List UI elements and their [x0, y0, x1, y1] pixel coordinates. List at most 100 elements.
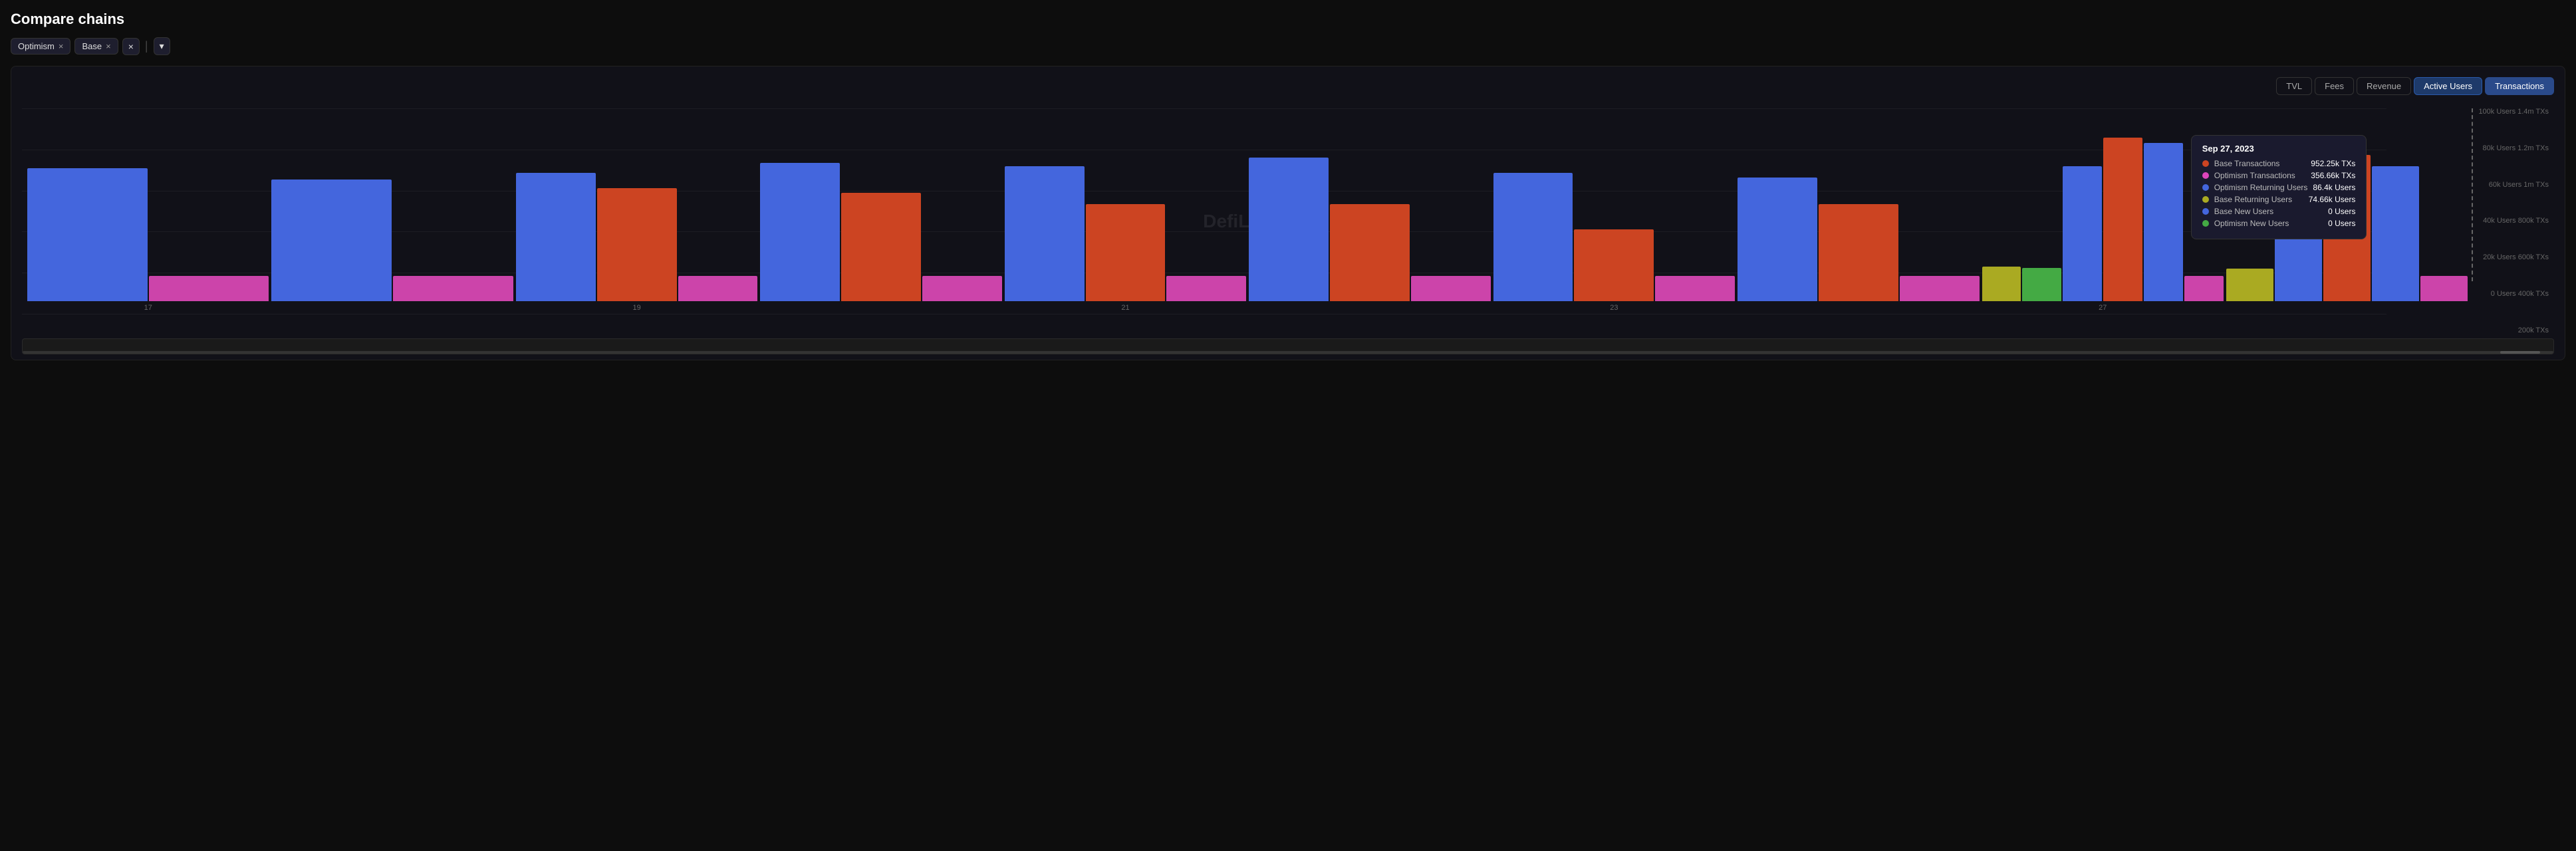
tab-tvl[interactable]: TVL — [2276, 77, 2312, 95]
bar-orange[interactable] — [1086, 204, 1166, 301]
bar-group-17b — [271, 180, 513, 301]
x-label-19: 19 — [516, 304, 757, 312]
bars-area — [22, 108, 2473, 301]
tooltip-label-0: Base Transactions — [2214, 159, 2306, 168]
tab-transactions[interactable]: Transactions — [2485, 77, 2554, 95]
bar-pink[interactable] — [2184, 276, 2224, 301]
y-label-0: 100k Users 1.4m TXs — [2478, 108, 2549, 116]
bar-blue[interactable] — [1738, 178, 1817, 301]
remove-base-btn[interactable]: × — [106, 42, 111, 51]
bar-pink[interactable] — [1166, 276, 1246, 301]
bar-blue[interactable] — [1005, 166, 1085, 301]
y-label-4: 20k Users 600k TXs — [2483, 254, 2549, 261]
tooltip-dot-5 — [2202, 220, 2209, 227]
bar-yellow[interactable] — [2226, 269, 2273, 301]
tooltip-value-0: 952.25k TXs — [2311, 159, 2355, 168]
bar-group-19b — [760, 163, 1001, 301]
tab-revenue[interactable]: Revenue — [2357, 77, 2411, 95]
tooltip-dot-4 — [2202, 208, 2209, 215]
chart-inner: DefiLlama — [22, 108, 2473, 334]
y-label-2: 60k Users 1m TXs — [2489, 182, 2549, 189]
x-labels: 17 19 21 23 27 — [22, 301, 2473, 312]
bar-blue[interactable] — [27, 168, 148, 301]
chart-container: TVL Fees Revenue Active Users Transactio… — [11, 66, 2565, 360]
tab-active-users[interactable]: Active Users — [2414, 77, 2482, 95]
page-title: Compare chains — [11, 11, 2565, 28]
tooltip-row-5: Optimism New Users 0 Users — [2202, 219, 2356, 228]
chain-label-base: Base — [82, 41, 102, 51]
dashed-line — [2472, 108, 2473, 281]
tooltip-label-4: Base New Users — [2214, 207, 2323, 216]
bar-group-23 — [1493, 173, 1735, 301]
tooltip-value-4: 0 Users — [2328, 207, 2355, 216]
bar-blue[interactable] — [760, 163, 840, 301]
filter-divider: | — [145, 39, 148, 53]
scrollbar-track — [23, 351, 2553, 354]
bar-orange[interactable] — [1574, 229, 1654, 301]
bar-blue[interactable] — [2063, 166, 2102, 301]
chart-area: DefiLlama — [22, 108, 2554, 334]
bar-pink[interactable] — [393, 276, 513, 301]
bar-orange[interactable] — [1330, 204, 1410, 301]
metric-tabs: TVL Fees Revenue Active Users Transactio… — [22, 77, 2554, 95]
bar-group-17 — [27, 168, 269, 301]
bar-blue2[interactable] — [2144, 143, 2183, 301]
tooltip-dot-0 — [2202, 160, 2209, 167]
bar-pink[interactable] — [2420, 276, 2468, 301]
tooltip-label-1: Optimism Transactions — [2214, 171, 2306, 180]
bar-pink[interactable] — [1900, 276, 1980, 301]
remove-optimism-btn[interactable]: × — [59, 42, 64, 51]
x-label-23: 23 — [1493, 304, 1735, 312]
bar-group-27 — [1982, 138, 2224, 301]
bar-blue[interactable] — [516, 173, 596, 301]
scrollbar-thumb[interactable] — [2500, 351, 2540, 354]
bar-green[interactable] — [2022, 268, 2061, 301]
tooltip-label-2: Optimism Returning Users — [2214, 183, 2308, 192]
bar-blue[interactable] — [1493, 173, 1573, 301]
bar-group-19 — [516, 173, 757, 301]
bar-blue2[interactable] — [2372, 166, 2419, 301]
tooltip-value-3: 74.66k Users — [2309, 195, 2356, 204]
tooltip-date: Sep 27, 2023 — [2202, 144, 2356, 154]
clear-all-btn[interactable]: × — [122, 38, 140, 55]
bar-pink[interactable] — [1411, 276, 1491, 301]
chain-tag-base[interactable]: Base × — [74, 38, 118, 55]
x-label-27: 27 — [1982, 304, 2224, 312]
tooltip-row-0: Base Transactions 952.25k TXs — [2202, 159, 2356, 168]
tooltip-value-5: 0 Users — [2328, 219, 2355, 228]
bar-pink[interactable] — [678, 276, 758, 301]
scrollbar-area[interactable] — [22, 338, 2554, 354]
x-label-21: 21 — [1005, 304, 1246, 312]
bar-pink[interactable] — [922, 276, 1002, 301]
tab-fees[interactable]: Fees — [2315, 77, 2354, 95]
bar-yellow[interactable] — [1982, 267, 2021, 301]
bar-orange[interactable] — [2103, 138, 2142, 301]
tooltip-value-1: 356.66k TXs — [2311, 171, 2355, 180]
bar-pink[interactable] — [149, 276, 269, 301]
tooltip-label-3: Base Returning Users — [2214, 195, 2303, 204]
tooltip-dot-1 — [2202, 172, 2209, 179]
tooltip-row-2: Optimism Returning Users 86.4k Users — [2202, 183, 2356, 192]
bar-pink[interactable] — [1655, 276, 1735, 301]
chain-tag-optimism[interactable]: Optimism × — [11, 38, 70, 55]
x-label-17: 17 — [27, 304, 269, 312]
chart-tooltip: Sep 27, 2023 Base Transactions 952.25k T… — [2191, 135, 2367, 239]
tooltip-dot-3 — [2202, 196, 2209, 203]
bar-orange[interactable] — [841, 193, 921, 301]
y-label-3: 40k Users 800k TXs — [2483, 217, 2549, 225]
y-label-1: 80k Users 1.2m TXs — [2483, 145, 2549, 152]
bar-blue[interactable] — [1249, 158, 1329, 301]
y-label-6: 200k TXs — [2518, 327, 2549, 334]
tooltip-label-5: Optimism New Users — [2214, 219, 2323, 228]
tooltip-row-3: Base Returning Users 74.66k Users — [2202, 195, 2356, 204]
chain-label-optimism: Optimism — [18, 41, 55, 51]
bar-blue[interactable] — [271, 180, 392, 301]
bar-orange[interactable] — [597, 188, 677, 301]
bar-orange[interactable] — [1819, 204, 1898, 301]
chain-dropdown-btn[interactable]: ▾ — [154, 37, 170, 55]
tooltip-row-1: Optimism Transactions 356.66k TXs — [2202, 171, 2356, 180]
bar-group-21b — [1249, 158, 1490, 301]
y-label-5: 0 Users 400k TXs — [2491, 291, 2549, 298]
bar-group-23b — [1738, 178, 1979, 301]
tooltip-dot-2 — [2202, 184, 2209, 191]
